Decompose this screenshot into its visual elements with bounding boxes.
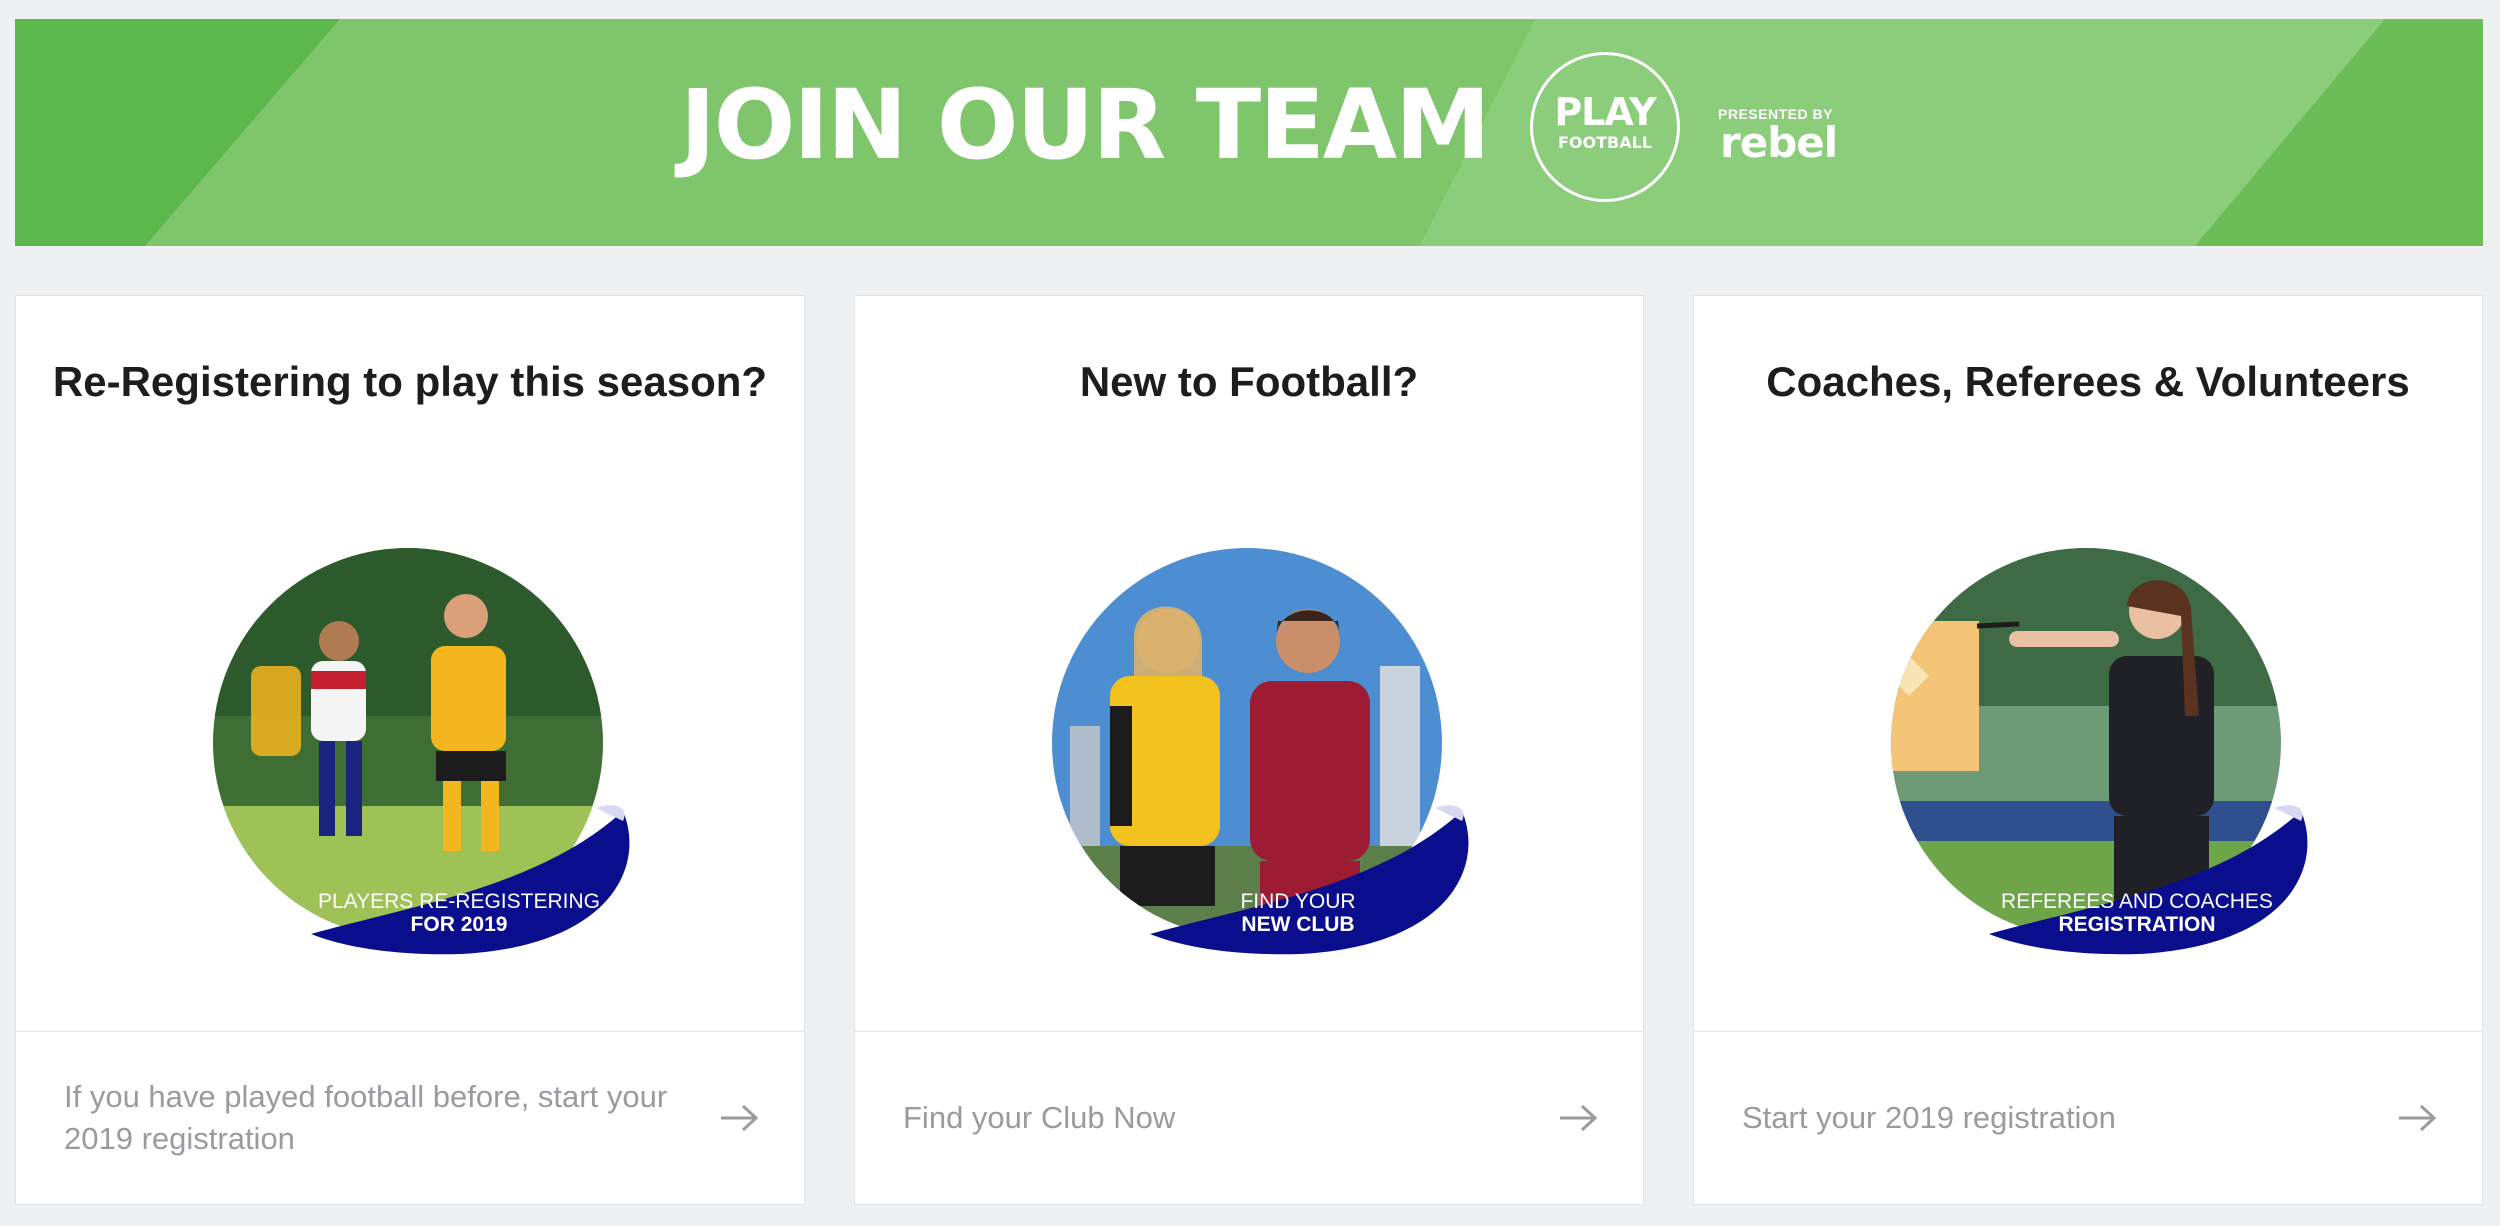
footer-text: Find your Club Now: [903, 1100, 1176, 1135]
badge-line-2: REGISTRATION: [2058, 913, 2215, 936]
card-coaches-referees[interactable]: Coaches, Referees & Volunteers REFEREES …: [1693, 295, 2483, 1205]
card-title: New to Football?: [1079, 358, 1419, 405]
card-new-to-football[interactable]: New to Football? FIND YOUR NEW CLUB Find…: [854, 295, 1644, 1205]
players-re-registering-image[interactable]: PLAYERS RE-REGISTERING FOR 2019: [211, 546, 641, 956]
card-re-registering[interactable]: Re-Registering to play this season? PLAY…: [15, 295, 805, 1205]
badge-line-2: NEW CLUB: [1241, 913, 1354, 936]
arrow-right-icon[interactable]: [2397, 1104, 2437, 1132]
badge-line-2: FOR 2019: [411, 913, 508, 936]
card-footer-link[interactable]: Start your 2019 registration: [1694, 1031, 2482, 1204]
page: JOIN OUR TEAM PLAY FOOTBALL PRESENTED BY…: [0, 0, 2500, 1226]
banner-title: JOIN OUR TEAM: [680, 69, 1491, 181]
logo-play-text: PLAY: [1554, 90, 1656, 134]
rebel-logo: rebel: [1720, 118, 1838, 167]
card-footer-link[interactable]: If you have played football before, star…: [16, 1031, 804, 1204]
logo-football-text: FOOTBALL: [1557, 133, 1652, 152]
badge-line-1: PLAYERS RE-REGISTERING: [318, 890, 600, 913]
join-team-banner[interactable]: JOIN OUR TEAM PLAY FOOTBALL PRESENTED BY…: [15, 19, 2483, 246]
arrow-right-icon[interactable]: [719, 1104, 759, 1132]
arrow-right-icon[interactable]: [1558, 1104, 1598, 1132]
footer-text: If you have played football before, star…: [64, 1079, 668, 1156]
referees-coaches-image[interactable]: REFEREES AND COACHES REGISTRATION: [1889, 546, 2319, 956]
card-title: Coaches, Referees & Volunteers: [1766, 358, 2410, 405]
play-football-logo: PLAY FOOTBALL: [1530, 52, 1680, 202]
badge-line-1: FIND YOUR: [1240, 890, 1355, 913]
badge-line-1: REFEREES AND COACHES: [2001, 890, 2273, 913]
footer-text: Start your 2019 registration: [1742, 1100, 2116, 1135]
card-footer-link[interactable]: Find your Club Now: [855, 1031, 1643, 1204]
find-new-club-image[interactable]: FIND YOUR NEW CLUB: [1050, 546, 1480, 956]
card-title: Re-Registering to play this season?: [52, 358, 768, 405]
